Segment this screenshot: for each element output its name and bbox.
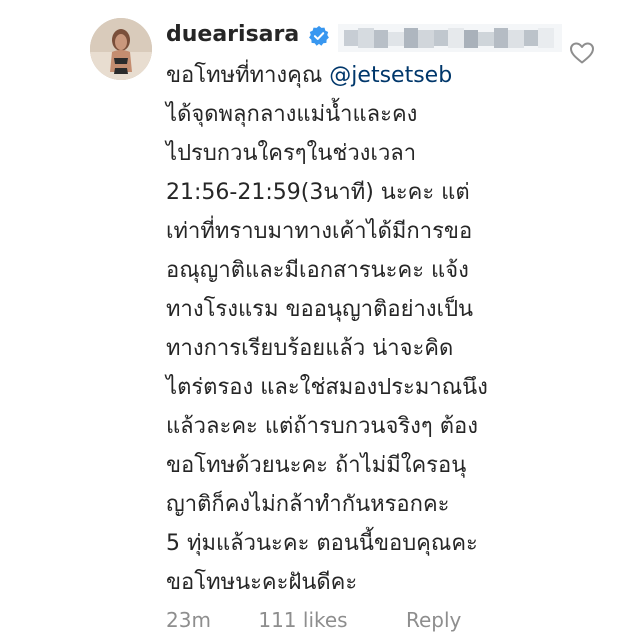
comment-line: ขอโทษด้วยนะคะ ถ้าไม่มีใครอนุ (166, 453, 467, 478)
comment-line: แล้วละคะ แต่ถ้ารบกวนจริงๆ ต้อง (166, 414, 478, 439)
comment-text: ขอโทษที่ทางคุณ @jetsetseb ได้จุดพลุกลางแ… (166, 56, 566, 602)
comment-line: ได้จุดพลุกลางแม่น้ำและคง (166, 102, 418, 127)
comment-line: ขอโทษที่ทางคุณ @jetsetseb (166, 63, 453, 88)
comment-item: duearisara ขอโทษที่ทางคุณ @jetsetseb ได้… (0, 0, 622, 640)
comment-line: ไตร่ตรอง และใช่สมองประมาณนึง (166, 375, 488, 400)
reply-button[interactable]: Reply (406, 608, 461, 632)
avatar[interactable] (90, 18, 152, 80)
comment-line: 5 ทุ่มแล้วนะคะ ตอนนี้ขอบคุณคะ (166, 531, 478, 556)
comment-footer: 23m 111 likes Reply (166, 608, 461, 632)
comment-line: 21:56-21:59(3นาที) นะคะ แต่ (166, 180, 470, 205)
redacted-text-blur (338, 24, 562, 52)
comment-line: ไปรบกวนใครๆในช่วงเวลา (166, 141, 417, 166)
comment-line: ทางการเรียบร้อยแล้ว น่าจะคิด (166, 336, 454, 361)
timestamp[interactable]: 23m (166, 608, 211, 632)
comment-line: ญาติก็คงไม่กล้าทำกันหรอกคะ (166, 492, 450, 517)
username-link[interactable]: duearisara (166, 22, 299, 47)
comment-header: duearisara (166, 20, 566, 56)
heart-outline-icon[interactable] (569, 41, 595, 65)
comment-line: ทางโรงแรม ขออนุญาติอย่างเป็น (166, 297, 474, 322)
comment-body: duearisara ขอโทษที่ทางคุณ @jetsetseb ได้… (166, 20, 566, 602)
comment-line: เท่าที่ทราบมาทางเค้าได้มีการขอ (166, 219, 473, 244)
avatar-photo (90, 18, 152, 80)
comment-line: ขอโทษนะคะฝันดีคะ (166, 570, 358, 595)
comment-line: อณุญาติและมีเอกสารนะคะ แจ้ง (166, 258, 469, 283)
verified-badge-icon (308, 25, 330, 47)
likes-count[interactable]: 111 likes (258, 608, 347, 632)
mention-link[interactable]: @jetsetseb (329, 63, 452, 88)
